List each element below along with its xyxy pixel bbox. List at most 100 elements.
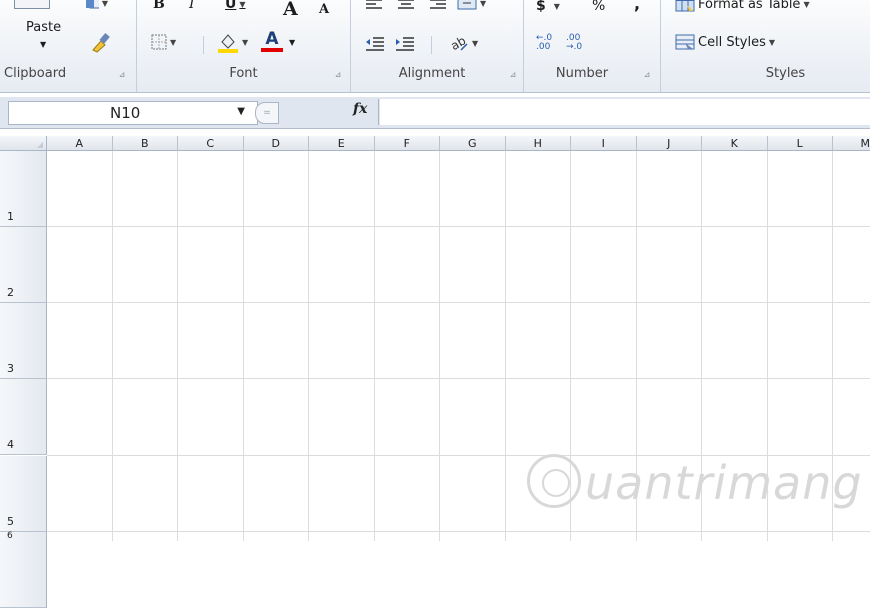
increase-decimal-button[interactable]: ←.0 .00 <box>536 34 560 52</box>
column-header-j[interactable]: J <box>636 136 702 151</box>
row-header-4[interactable]: 4 <box>0 379 47 455</box>
align-left-icon[interactable] <box>365 0 383 10</box>
increase-decimal-label: ←.0 .00 <box>536 33 553 52</box>
column-header-g[interactable]: G <box>440 136 506 151</box>
row-header-2[interactable]: 2 <box>0 227 47 303</box>
underline-button[interactable]: U ▼ <box>225 0 246 12</box>
ribbon: Paste ▼ ▼ Clipboard ⊿ B I U▼ A A ▼ ▼ A <box>0 0 870 93</box>
font-color-swatch <box>261 48 283 52</box>
svg-text:ab: ab <box>449 34 468 52</box>
column-header-f[interactable]: F <box>374 136 440 151</box>
watermark-logo-icon <box>527 454 581 508</box>
row-gridline <box>47 302 870 303</box>
row-gridline <box>47 226 870 227</box>
row-gridline <box>47 378 870 379</box>
cell-styles-label: Cell Styles <box>698 34 766 50</box>
column-header-d[interactable]: D <box>243 136 309 151</box>
row-header-5[interactable]: 5 <box>0 456 47 532</box>
alignment-separator <box>431 36 432 54</box>
comma-button[interactable]: , <box>634 0 640 13</box>
row-header-label: 6 <box>7 531 13 541</box>
column-gridline <box>177 151 178 541</box>
row-header-label: 4 <box>7 438 14 451</box>
font-color-label: A <box>265 29 279 49</box>
column-gridline <box>242 151 244 541</box>
name-box-resize-icon[interactable]: = <box>255 102 279 124</box>
format-as-table-label: Format as Table <box>698 0 801 12</box>
formula-input[interactable] <box>380 99 870 125</box>
column-header-l[interactable]: L <box>767 136 833 151</box>
decrease-indent-icon[interactable] <box>365 36 385 52</box>
merge-center-icon[interactable]: ▼ <box>457 0 486 10</box>
row-header-1[interactable]: 1 <box>0 151 47 227</box>
font-color-button[interactable]: A <box>261 30 283 52</box>
column-header-m[interactable]: M <box>833 136 870 151</box>
column-header-h[interactable]: H <box>505 136 571 151</box>
number-group-label: Number <box>555 66 609 81</box>
borders-icon <box>151 34 167 50</box>
row-gridline <box>47 531 870 532</box>
bold-button[interactable]: B <box>153 0 165 12</box>
increase-indent-icon[interactable] <box>395 36 415 52</box>
font-group: B I U ▼ A A ▼ ▼ A ▼ Font ⊿ <box>137 0 351 92</box>
row-header-3[interactable]: 3 <box>0 303 47 379</box>
styles-group: Format as Table ▼ Cell Styles ▼ Styles <box>661 0 870 92</box>
borders-button[interactable]: ▼ <box>151 34 176 50</box>
column-gridline <box>308 151 309 541</box>
number-group: $ ▼ % , ←.0 .00 .00 →.0 Number ⊿ <box>524 0 661 92</box>
orientation-icon[interactable]: ab ▼ <box>449 34 478 52</box>
cell-styles-icon <box>675 34 695 50</box>
row-header-label: 1 <box>7 210 14 223</box>
paste-dropdown-icon[interactable]: ▼ <box>40 40 46 49</box>
paste-clipboard-icon[interactable] <box>14 0 50 9</box>
font-color-dropdown-icon[interactable]: ▼ <box>289 38 295 47</box>
column-header-b[interactable]: B <box>112 136 178 151</box>
grow-font-button[interactable]: A <box>283 0 298 20</box>
format-as-table-icon <box>675 0 695 12</box>
select-all-corner[interactable] <box>0 136 47 151</box>
select-all-icon <box>37 142 43 148</box>
italic-button[interactable]: I <box>189 0 195 12</box>
insert-function-button[interactable]: fx <box>353 101 367 117</box>
shrink-font-button[interactable]: A <box>319 2 329 17</box>
fill-color-button[interactable]: ▼ <box>217 30 248 54</box>
align-right-icon[interactable] <box>429 0 447 10</box>
column-header-c[interactable]: C <box>178 136 244 151</box>
row-header-label: 3 <box>7 362 14 375</box>
paste-button[interactable]: Paste <box>26 20 61 35</box>
format-painter-icon[interactable] <box>88 30 112 54</box>
copy-icon[interactable]: ▼ <box>84 0 108 10</box>
column-gridline <box>504 151 506 541</box>
formula-separator <box>378 99 379 125</box>
column-gridline <box>111 151 113 541</box>
alignment-group-label: Alignment <box>398 66 466 81</box>
column-header-a[interactable]: A <box>47 136 113 151</box>
row-header-label: 5 <box>7 515 14 528</box>
font-separator <box>203 36 204 54</box>
format-as-table-button[interactable]: Format as Table ▼ <box>675 0 810 12</box>
fill-color-icon <box>218 34 238 53</box>
watermark: uantrimang <box>527 448 867 528</box>
currency-button[interactable]: $ ▼ <box>536 0 560 14</box>
align-center-icon[interactable] <box>397 0 415 10</box>
column-gridline <box>439 151 440 541</box>
number-launcher-icon[interactable]: ⊿ <box>642 70 652 80</box>
name-box[interactable]: N10 ▼ <box>8 101 258 125</box>
column-header-i[interactable]: I <box>571 136 637 151</box>
clipboard-launcher-icon[interactable]: ⊿ <box>117 70 127 80</box>
currency-label: $ <box>536 0 546 14</box>
name-box-value: N10 <box>110 104 141 122</box>
column-header-k[interactable]: K <box>702 136 768 151</box>
formula-bar: N10 ▼ = fx <box>0 97 870 129</box>
percent-button[interactable]: % <box>592 0 605 14</box>
watermark-text: uantrimang <box>585 456 863 510</box>
decrease-decimal-button[interactable]: .00 →.0 <box>566 34 590 52</box>
underline-label: U <box>225 0 237 12</box>
decrease-decimal-label: .00 →.0 <box>566 33 583 52</box>
styles-group-label: Styles <box>765 66 806 81</box>
cell-styles-button[interactable]: Cell Styles ▼ <box>675 34 775 50</box>
row-header-6[interactable]: 6 <box>0 531 47 608</box>
column-header-e[interactable]: E <box>309 136 375 151</box>
name-box-dropdown-icon[interactable]: ▼ <box>237 106 245 117</box>
row-header-label: 2 <box>7 286 14 299</box>
